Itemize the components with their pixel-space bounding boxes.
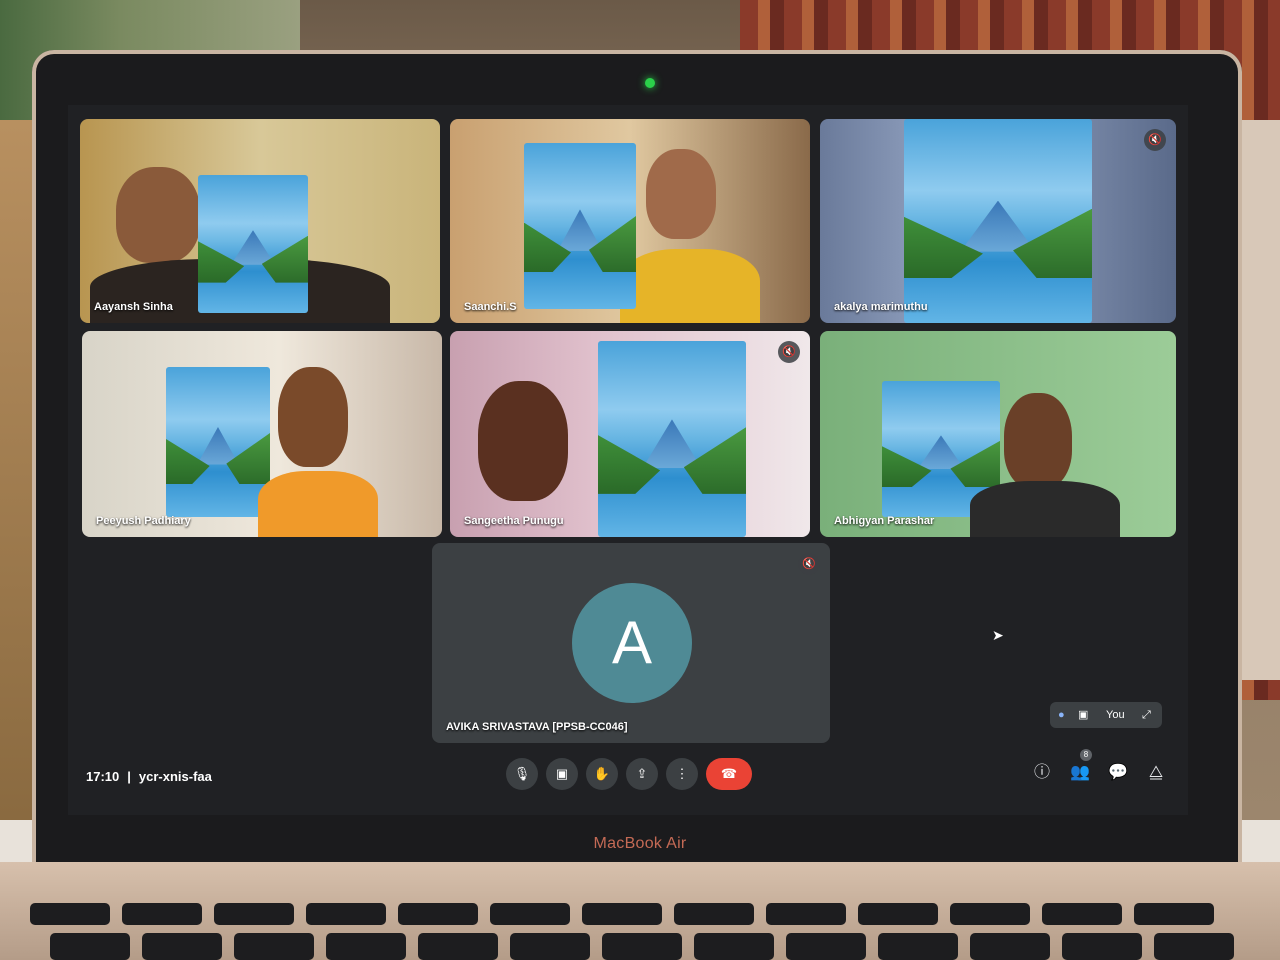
- people-glyph: 👥: [1070, 764, 1090, 781]
- participant-shirt: [970, 481, 1120, 537]
- keyboard-key: [786, 933, 866, 960]
- keyboard-key: [674, 903, 754, 925]
- expand-icon[interactable]: ⤢: [1142, 702, 1151, 728]
- camera-led: [645, 78, 655, 88]
- painting: [524, 143, 636, 309]
- participant-video: [478, 381, 568, 501]
- keyboard-key: [1042, 903, 1122, 925]
- keyboard-key: [582, 903, 662, 925]
- mouse-cursor-icon: ➤: [992, 627, 1004, 643]
- participant-video: [116, 167, 200, 263]
- participant-tile-4[interactable]: Peeyush Padhiary: [82, 331, 442, 537]
- meeting-info: 17:10 | ycr-xnis-faa: [86, 769, 212, 784]
- participant-tile-1[interactable]: Aayansh Sinha: [80, 119, 440, 323]
- participant-shirt: [620, 249, 760, 323]
- keyboard-key: [1134, 903, 1214, 925]
- participant-avatar: A: [572, 583, 692, 703]
- camera-icon[interactable]: ▣: [1078, 702, 1088, 728]
- keyboard-key: [950, 903, 1030, 925]
- keyboard-key: [50, 933, 130, 960]
- keyboard-key: [602, 933, 682, 960]
- keyboard-key: [122, 903, 202, 925]
- keyboard-key: [694, 933, 774, 960]
- self-view-pill[interactable]: ● ▣ You ⤢: [1050, 702, 1162, 728]
- people-icon[interactable]: 👥 8: [1066, 749, 1094, 787]
- muted-mic-icon: 🔇: [798, 553, 820, 575]
- keyboard-key: [30, 903, 110, 925]
- keyboard-key: [510, 933, 590, 960]
- participant-video: [646, 149, 716, 239]
- participant-tile-3[interactable]: 🔇 akalya marimuthu: [820, 119, 1176, 323]
- participant-shirt: [258, 471, 378, 537]
- participant-name: akalya marimuthu: [834, 301, 928, 313]
- participant-name: Peeyush Padhiary: [96, 515, 191, 527]
- laptop-brand-label: MacBook Air: [593, 835, 687, 852]
- audio-level-icon: ●: [1058, 709, 1065, 721]
- painting: [198, 175, 308, 313]
- keyboard-key: [326, 933, 406, 960]
- end-call-button[interactable]: ☎: [706, 758, 752, 790]
- participant-tile-2[interactable]: Saanchi.S: [450, 119, 810, 323]
- keyboard-key: [306, 903, 386, 925]
- meeting-code: ycr-xnis-faa: [138, 769, 212, 784]
- muted-mic-icon: 🔇: [778, 341, 800, 363]
- keyboard-key: [878, 933, 958, 960]
- keyboard-key: [1062, 933, 1142, 960]
- keyboard-key: [398, 903, 478, 925]
- participant-name: AVIKA SRIVASTAVA [PPSB-CC046]: [446, 721, 628, 733]
- meeting-separator: |: [127, 769, 131, 784]
- keyboard-key: [490, 903, 570, 925]
- info-icon[interactable]: ⓘ: [1028, 759, 1056, 787]
- keyboard-key: [970, 933, 1050, 960]
- present-screen-button[interactable]: ⇪: [626, 758, 658, 790]
- participant-tile-5[interactable]: 🔇 Sangeetha Punugu: [450, 331, 810, 537]
- participant-name: Aayansh Sinha: [94, 301, 173, 313]
- keyboard-key: [234, 933, 314, 960]
- keyboard-key: [418, 933, 498, 960]
- participant-name: Abhigyan Parashar: [834, 515, 935, 527]
- activities-icon[interactable]: ⧋: [1142, 759, 1170, 787]
- participant-tile-6[interactable]: Abhigyan Parashar: [820, 331, 1176, 537]
- participant-video: [278, 367, 348, 467]
- participant-video: [1004, 393, 1072, 489]
- participant-count-badge: 8: [1080, 749, 1092, 761]
- keyboard-key: [214, 903, 294, 925]
- keyboard: [30, 895, 1250, 960]
- meeting-time: 17:10: [86, 769, 120, 784]
- meet-screen: Aayansh Sinha Saanchi.S 🔇 akalya marimut…: [68, 105, 1188, 815]
- keyboard-key: [1154, 933, 1234, 960]
- raise-hand-button[interactable]: ✋: [586, 758, 618, 790]
- keyboard-key: [766, 903, 846, 925]
- self-view-label: You: [1106, 709, 1125, 721]
- muted-mic-icon: 🔇: [1144, 129, 1166, 151]
- painting: [166, 367, 270, 517]
- keyboard-key: [858, 903, 938, 925]
- keyboard-key: [142, 933, 222, 960]
- painting: [904, 119, 1092, 323]
- participant-name: Saanchi.S: [464, 301, 517, 313]
- chat-icon[interactable]: 💬: [1104, 759, 1132, 787]
- participant-name: Sangeetha Punugu: [464, 515, 564, 527]
- painting: [598, 341, 746, 537]
- microphone-button[interactable]: 🎙: [506, 758, 538, 790]
- more-options-button[interactable]: ⋮: [666, 758, 698, 790]
- camera-button[interactable]: ▣: [546, 758, 578, 790]
- participant-tile-7[interactable]: A 🔇 AVIKA SRIVASTAVA [PPSB-CC046]: [432, 543, 830, 743]
